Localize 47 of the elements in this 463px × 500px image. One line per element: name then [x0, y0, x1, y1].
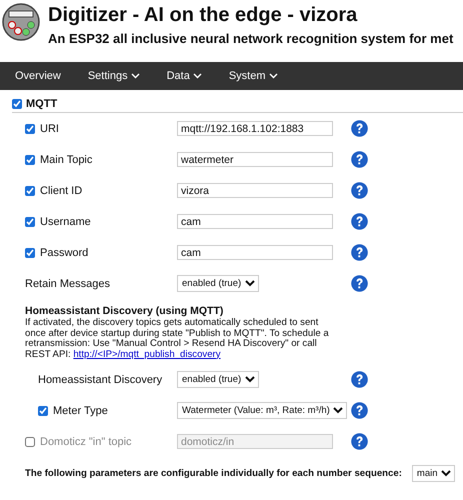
text-field[interactable]: cam: [177, 245, 333, 260]
field-label: Domoticz "in" topic: [40, 436, 132, 448]
field-label: Main Topic: [40, 154, 92, 166]
text-field[interactable]: watermeter: [177, 152, 333, 167]
page-title: Digitizer - AI on the edge - vizora: [48, 3, 358, 27]
checkbox[interactable]: [25, 436, 35, 446]
checkbox[interactable]: [25, 248, 35, 258]
sequence-label: The following parameters are configurable individually for each number sequence:: [25, 468, 402, 479]
nav-item[interactable]: Data: [166, 70, 202, 82]
field-label: Username: [40, 216, 91, 228]
meter-logo-icon: [2, 3, 40, 41]
checkbox[interactable]: [25, 186, 35, 196]
help-icon[interactable]: [351, 120, 368, 137]
field-label: Password: [40, 246, 88, 258]
field-label: Homeassistant Discovery: [38, 374, 162, 386]
help-icon[interactable]: [351, 371, 368, 388]
checkbox[interactable]: [38, 406, 48, 416]
nav-item[interactable]: Settings: [88, 70, 140, 82]
section-title: MQTT: [26, 98, 58, 110]
help-icon[interactable]: [351, 244, 368, 261]
help-icon[interactable]: [351, 275, 368, 292]
checkbox[interactable]: [12, 99, 22, 109]
nav-item[interactable]: Overview: [15, 70, 61, 82]
help-icon[interactable]: [351, 182, 368, 199]
help-icon[interactable]: [351, 213, 368, 230]
dropdown-select[interactable]: enabled (true): [177, 275, 259, 292]
dropdown-select[interactable]: enabled (true): [177, 371, 259, 388]
discovery-link[interactable]: http://<IP>/mqtt_publish_discovery: [73, 348, 221, 360]
dropdown-select[interactable]: Watermeter (Value: m³, Rate: m³/h): [177, 402, 347, 419]
section-heading: Homeassistant Discovery (using MQTT): [24, 305, 224, 317]
help-icon[interactable]: [351, 402, 368, 419]
checkbox[interactable]: [25, 154, 35, 164]
help-icon[interactable]: [351, 433, 368, 450]
page-subtitle: An ESP32 all inclusive neural network recognition system for met: [48, 30, 454, 48]
text-field[interactable]: vizora: [177, 183, 333, 198]
help-icon[interactable]: [351, 151, 368, 168]
field-label: Client ID: [40, 184, 82, 196]
field-label: Meter Type: [53, 404, 108, 416]
text-field[interactable]: cam: [177, 214, 333, 229]
text-field[interactable]: mqtt://192.168.1.102:1883: [177, 121, 333, 136]
sequence-select[interactable]: main: [412, 465, 455, 482]
checkbox[interactable]: [25, 124, 35, 134]
field-label: URI: [40, 122, 59, 134]
description-text: If activated, the discovery topics gets automatically scheduled to sent once after device startup during state "Publish to MQTT". To schedule a retransmission: Use "Manual Control > Resend HA Discovery" or call REST API: http://<IP>/mqtt_publish_discovery: [25, 318, 330, 360]
checkbox[interactable]: [25, 216, 35, 226]
field-label: Retain Messages: [25, 278, 110, 290]
nav-item[interactable]: System: [228, 70, 278, 82]
